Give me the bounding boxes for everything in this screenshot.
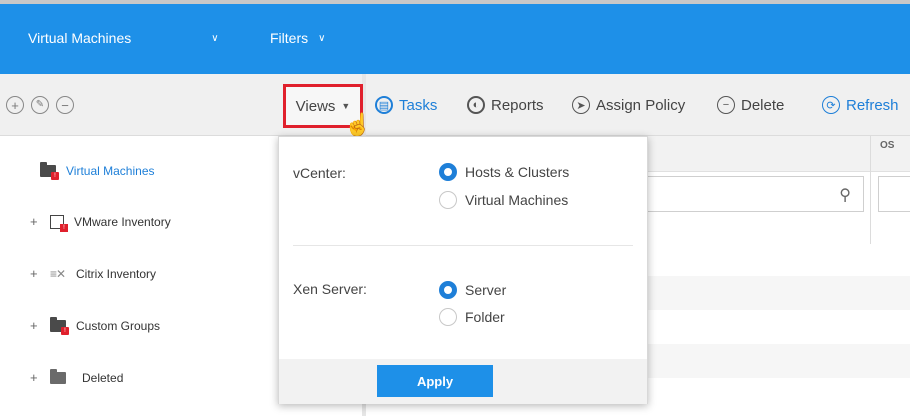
- tree-item-virtual-machines[interactable]: ! Virtual Machines: [40, 162, 155, 180]
- reports-button[interactable]: ◐ Reports: [467, 96, 544, 114]
- expand-icon[interactable]: +: [30, 266, 44, 281]
- tree-item-custom-groups[interactable]: + ! Custom Groups: [30, 316, 161, 335]
- panel-footer: Apply: [279, 359, 647, 404]
- remove-icon[interactable]: −: [56, 96, 74, 114]
- folder-icon: !: [50, 316, 69, 335]
- expand-icon[interactable]: +: [30, 318, 44, 333]
- os-filter-input[interactable]: [878, 176, 910, 212]
- delete-button[interactable]: − Delete: [717, 96, 784, 114]
- tasks-button[interactable]: ▤ Tasks: [375, 96, 437, 114]
- delete-icon: −: [717, 96, 735, 114]
- assign-policy-icon: ➤: [572, 96, 590, 114]
- top-bar: Virtual Machines ∨ Filters ∨: [0, 0, 910, 74]
- tree-item-label: Virtual Machines: [66, 164, 155, 178]
- search-icon: ⚲: [839, 187, 851, 204]
- grid-search-input[interactable]: ⚲: [620, 176, 864, 212]
- radio-selected-icon: [439, 163, 457, 181]
- tasks-label: Tasks: [399, 96, 438, 114]
- views-dropdown-panel: vCenter: Hosts & Clusters Virtual Machin…: [278, 136, 648, 404]
- tree-item-label: VMware Inventory: [74, 214, 171, 229]
- radio-label: Virtual Machines: [465, 192, 569, 208]
- virtual-machines-dropdown-label: Virtual Machines: [28, 30, 132, 46]
- radio-label: Folder: [465, 309, 505, 325]
- tree-item-citrix-inventory[interactable]: + ≡✕ Citrix Inventory: [30, 266, 156, 281]
- radio-label: Hosts & Clusters: [465, 164, 570, 180]
- add-icon[interactable]: +: [6, 96, 24, 114]
- views-button-label: Views: [295, 97, 336, 115]
- vcenter-label: vCenter:: [293, 165, 346, 181]
- radio-label: Server: [465, 282, 507, 298]
- filters-dropdown[interactable]: Filters ∨: [270, 30, 325, 46]
- chevron-down-icon: ∨: [211, 32, 219, 44]
- tasks-icon: ▤: [375, 96, 393, 114]
- os-column-header[interactable]: OS: [880, 140, 894, 151]
- tree-item-label: Custom Groups: [76, 318, 161, 333]
- xen-server-label: Xen Server:: [293, 281, 367, 297]
- tree-item-vmware-inventory[interactable]: + ! VMware Inventory: [30, 214, 171, 232]
- radio-hosts-clusters[interactable]: Hosts & Clusters: [439, 163, 569, 181]
- assign-policy-button[interactable]: ➤ Assign Policy: [572, 96, 685, 114]
- chevron-down-icon: ∨: [318, 32, 326, 44]
- folder-icon: !: [40, 162, 59, 180]
- reports-icon: ◐: [467, 96, 485, 114]
- tree-item-label: Citrix Inventory: [76, 266, 157, 281]
- assign-policy-label: Assign Policy: [596, 96, 686, 114]
- delete-label: Delete: [741, 96, 785, 114]
- tree-item-label: Deleted: [82, 370, 124, 385]
- refresh-button[interactable]: ⟳ Refresh: [822, 96, 899, 114]
- refresh-label: Refresh: [846, 96, 899, 114]
- folder-icon: [50, 368, 66, 384]
- radio-folder[interactable]: Folder: [439, 308, 505, 326]
- radio-server[interactable]: Server: [439, 281, 506, 299]
- refresh-icon: ⟳: [822, 96, 840, 114]
- edit-icon[interactable]: ✎: [31, 96, 49, 114]
- radio-virtual-machines[interactable]: Virtual Machines: [439, 191, 568, 209]
- apply-button[interactable]: Apply: [377, 365, 493, 397]
- expand-icon[interactable]: +: [30, 214, 44, 229]
- caret-down-icon: ▼: [341, 101, 351, 111]
- tree-item-deleted[interactable]: + Deleted: [30, 368, 124, 385]
- filters-dropdown-label: Filters: [270, 30, 309, 46]
- column-divider: [870, 136, 871, 244]
- radio-unselected-icon: [439, 191, 457, 209]
- hand-cursor-icon: ☝: [344, 112, 372, 137]
- citrix-icon: ≡✕: [50, 266, 66, 281]
- radio-selected-icon: [439, 281, 457, 299]
- expand-icon[interactable]: +: [30, 370, 44, 385]
- vmware-icon: !: [50, 214, 68, 232]
- reports-label: Reports: [491, 96, 544, 114]
- panel-divider: [293, 245, 633, 246]
- radio-unselected-icon: [439, 308, 457, 326]
- virtual-machines-dropdown[interactable]: Virtual Machines ∨: [28, 30, 219, 46]
